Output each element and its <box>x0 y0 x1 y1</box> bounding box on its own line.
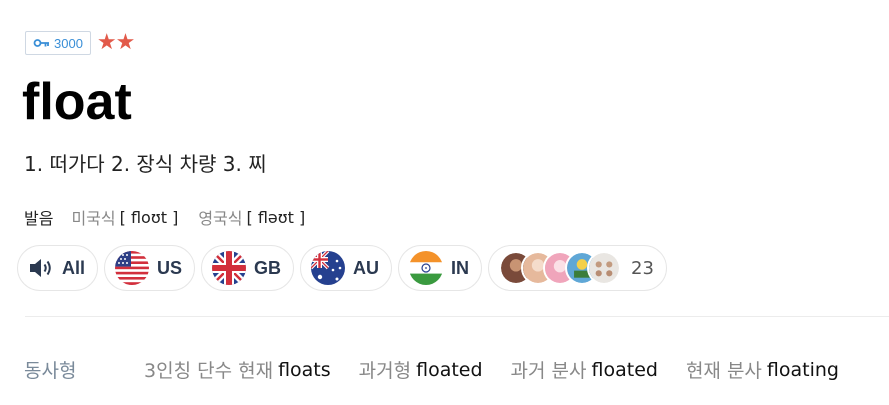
play-us-button[interactable]: US <box>104 245 196 291</box>
form-value-third-person[interactable]: floats <box>278 359 331 381</box>
play-all-button[interactable]: All <box>17 245 99 291</box>
pronunciation-label: 발음 <box>24 209 54 228</box>
audio-buttons: All US GB AU IN 23 <box>17 245 667 291</box>
us-flag-icon <box>115 251 150 285</box>
level-badge: 3000 <box>25 31 91 55</box>
form-label: 과거 분사 <box>510 360 587 382</box>
headword: float <box>22 73 132 131</box>
contributor-avatars <box>499 251 622 285</box>
form-label: 현재 분사 <box>685 360 762 382</box>
community-recordings-button[interactable]: 23 <box>488 245 667 291</box>
us-pron-label: 미국식 <box>71 209 116 228</box>
uk-pron-label: 영국식 <box>198 209 243 228</box>
level-value: 3000 <box>54 35 83 51</box>
form-label: 과거형 <box>358 360 412 382</box>
play-us-label: US <box>157 257 183 278</box>
pronunciation-row: 발음 미국식 [ floʊt ] 영국식 [ fləʊt ] <box>24 205 325 229</box>
avatar <box>587 251 622 285</box>
in-flag-icon <box>409 251 444 285</box>
verb-forms-label: 동사형 <box>24 360 77 382</box>
play-all-label: All <box>62 257 86 278</box>
form-value-past[interactable]: floated <box>416 359 482 381</box>
verb-forms-row: 동사형 3인칭 단수 현재 floats 과거형 floated 과거 분사 f… <box>24 356 867 383</box>
play-au-label: AU <box>353 257 380 278</box>
play-gb-button[interactable]: GB <box>201 245 295 291</box>
uk-pron-ipa: [ fləʊt ] <box>246 207 306 227</box>
play-in-label: IN <box>451 257 470 278</box>
importance-stars: ★★ <box>96 30 135 55</box>
gb-flag-icon <box>212 251 247 285</box>
meanings-summary: 1. 떠가다 2. 장식 차량 3. 찌 <box>24 152 267 176</box>
word-level-row: 3000 ★★ <box>25 30 135 55</box>
au-flag-icon <box>311 251 346 285</box>
play-au-button[interactable]: AU <box>300 245 393 291</box>
us-pron-ipa: [ floʊt ] <box>119 207 179 227</box>
play-gb-label: GB <box>254 257 282 278</box>
form-value-present-participle[interactable]: floating <box>767 359 839 381</box>
form-value-past-participle[interactable]: floated <box>592 359 658 381</box>
recordings-count: 23 <box>631 257 654 279</box>
key-icon <box>33 39 49 47</box>
form-label: 3인칭 단수 현재 <box>144 360 274 382</box>
speaker-icon <box>30 259 51 277</box>
section-divider <box>25 316 889 317</box>
play-in-button[interactable]: IN <box>398 245 483 291</box>
